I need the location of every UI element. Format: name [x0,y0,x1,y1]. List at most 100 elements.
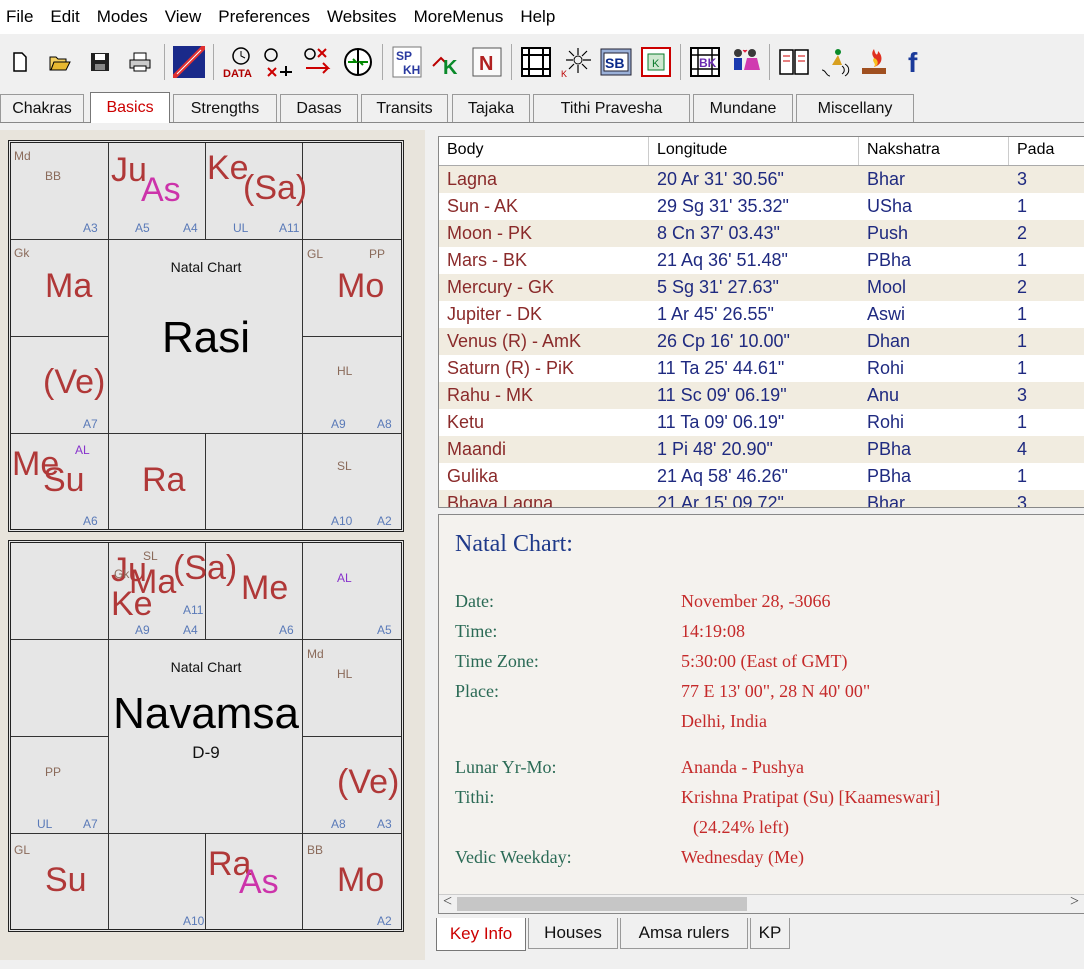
table-row[interactable]: Venus (R) - AmK 26 Cp 16' 10.00" Dhan 1 [439,328,1084,355]
tab-dasas[interactable]: Dasas [280,94,358,122]
sp-kh-icon[interactable]: SP KH [390,44,424,80]
n-icon[interactable]: N [470,44,504,80]
menu-view[interactable]: View [159,7,213,27]
cell-pada: 1 [1017,250,1028,270]
column-header-body[interactable]: Body [439,137,649,165]
tab-key-info[interactable]: Key Info [436,918,526,951]
cell-longitude: 26 Cp 16' 10.00" [657,331,790,351]
book-icon[interactable] [777,44,811,80]
compare-icon[interactable] [301,44,335,80]
toolbar-separator [382,44,383,80]
table-row[interactable]: Saturn (R) - PiK 11 Ta 25' 44.61" Rohi 1 [439,355,1084,382]
table-row[interactable]: Rahu - MK 11 Sc 09' 06.19" Anu 3 [439,382,1084,409]
couple-icon[interactable] [728,44,762,80]
arudha-label: A4 [183,221,198,235]
scroll-right-icon[interactable]: > [1070,893,1079,911]
cell-longitude: 21 Ar 15' 09.72" [657,493,784,508]
svg-text:K: K [443,57,458,78]
tab-mundane[interactable]: Mundane [693,94,793,122]
cell-longitude: 1 Pi 48' 20.90" [657,439,773,459]
k-square-icon[interactable]: K [639,44,673,80]
scroll-thumb[interactable] [457,897,747,911]
table-row[interactable]: Bhava Lagna 21 Ar 15' 09.72" Bhar 3 [439,490,1084,508]
cell-pada: 3 [1017,385,1028,405]
column-header-nakshatra[interactable]: Nakshatra [859,137,1009,165]
info-value-lunar: Ananda - Pushya [681,757,804,777]
cell-pada: 3 [1017,493,1028,508]
facebook-icon[interactable]: f [897,44,931,80]
table-row[interactable]: Mars - BK 21 Aq 36' 51.48" PBha 1 [439,247,1084,274]
tab-chakras[interactable]: Chakras [0,94,84,122]
cell-body: Moon - PK [447,223,533,243]
al-label: AL [337,571,352,585]
bk-icon[interactable]: BK [688,44,722,80]
table-row[interactable]: Jupiter - DK 1 Ar 45' 26.55" Aswi 1 [439,301,1084,328]
toolbar: DATA SP KH K N K SB K BK f [0,36,1084,88]
tab-basics[interactable]: Basics [90,92,170,123]
info-value-tithi-left: (24.24% left) [693,817,789,837]
menu-file[interactable]: File [0,7,44,27]
svg-text:BK: BK [699,56,717,70]
arudha-label: A4 [183,623,198,637]
sun-icon[interactable]: K [559,44,593,80]
menu-help[interactable]: Help [514,7,566,27]
kp-icon[interactable]: K [430,44,464,80]
toolbar-separator [213,44,214,80]
tab-strengths[interactable]: Strengths [173,94,277,122]
arudha-label: A10 [183,914,205,928]
tab-transits[interactable]: Transits [361,94,448,122]
sl-label: SL [337,459,352,473]
al-label: AL [75,443,90,457]
cell-nakshatra: Anu [867,385,900,405]
tab-amsa-rulers[interactable]: Amsa rulers [620,918,748,949]
table-header: Body Longitude Nakshatra Pada [439,137,1084,166]
menu-preferences[interactable]: Preferences [212,7,321,27]
cell-body: Ketu [447,412,485,432]
save-icon[interactable] [83,44,117,80]
sb-icon[interactable]: SB [599,44,633,80]
cell-pada: 4 [1017,439,1028,459]
dasa-icon[interactable] [341,44,375,80]
planet-table: Body Longitude Nakshatra Pada Lagna 20 Ar… [438,136,1084,508]
tab-houses[interactable]: Houses [528,918,618,949]
horizontal-scrollbar[interactable]: < > [439,893,1084,913]
fire-icon[interactable] [857,44,891,80]
cell-nakshatra: USha [867,196,913,216]
table-row[interactable]: Gulika 21 Aq 58' 46.26" PBha 1 [439,463,1084,490]
scroll-left-icon[interactable]: < [443,893,452,911]
info-label-weekday: Vedic Weekday: [455,847,572,867]
open-icon[interactable] [43,44,77,80]
menu-modes[interactable]: Modes [91,7,159,27]
data-icon[interactable]: DATA [221,44,255,80]
cell-longitude: 1 Ar 45' 26.55" [657,304,774,324]
tab-miscellany[interactable]: Miscellany [796,94,914,122]
table-row[interactable]: Lagna 20 Ar 31' 30.56" Bhar 3 [439,166,1084,193]
tab-tajaka[interactable]: Tajaka [452,94,530,122]
column-header-longitude[interactable]: Longitude [649,137,859,165]
table-row[interactable]: Mercury - GK 5 Sg 31' 27.63" Mool 2 [439,274,1084,301]
print-icon[interactable] [123,44,157,80]
cell-pada: 1 [1017,196,1028,216]
chart-icon[interactable] [172,44,206,80]
column-header-pada[interactable]: Pada [1009,137,1084,165]
menu-moremenus[interactable]: MoreMenus [408,7,515,27]
planet-venus: (Ve) [43,363,106,401]
table-row[interactable]: Moon - PK 8 Cn 37' 03.43" Push 2 [439,220,1084,247]
tab-kp[interactable]: KP [750,918,790,949]
speaker-icon[interactable] [817,44,851,80]
menu-edit[interactable]: Edit [44,7,90,27]
pp-label: PP [45,765,62,779]
planet-rahu: Ra [142,461,186,499]
transit-icon[interactable] [261,44,295,80]
table-row[interactable]: Sun - AK 29 Sg 31' 35.32" USha 1 [439,193,1084,220]
grid-icon[interactable] [519,44,553,80]
table-row[interactable]: Ketu 11 Ta 09' 06.19" Rohi 1 [439,409,1084,436]
table-row[interactable]: Maandi 1 Pi 48' 20.90" PBha 4 [439,436,1084,463]
rasi-chart[interactable]: Md BB A3 Ju As A5 A4 Ke (Sa) UL A11 Gk M… [8,140,404,532]
navamsa-chart[interactable]: Ju SL Gk Ma (Sa) Ke A11 A9 A4 Me A6 AL A… [8,540,404,932]
menu-websites[interactable]: Websites [321,7,408,27]
new-icon[interactable] [3,44,37,80]
arudha-label: A6 [83,514,98,528]
cell-longitude: 11 Ta 25' 44.61" [657,358,785,378]
tab-tithi-pravesha[interactable]: Tithi Pravesha [533,94,690,122]
